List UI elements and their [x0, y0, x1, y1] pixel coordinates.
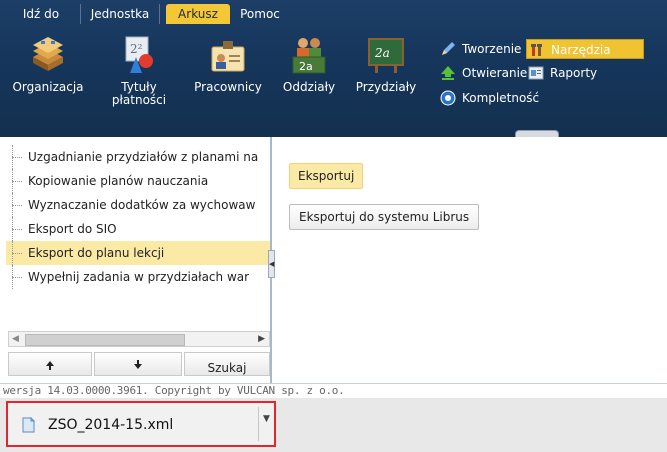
pracownicy-label: Pracownicy	[194, 80, 262, 94]
tree-nav-row: Szukaj	[8, 352, 270, 376]
tree-connector	[12, 241, 24, 265]
power-formula-icon: 2²	[120, 35, 158, 75]
check-circle-icon	[440, 90, 456, 106]
employee-card-icon	[209, 35, 247, 75]
przydzialy-label: Przydziały	[355, 80, 417, 94]
tree-item-label: Eksport do planu lekcji	[28, 246, 165, 260]
export-librus-button[interactable]: Eksportuj do systemu Librus	[289, 204, 480, 230]
menu-bar: Idź do Jednostka Arkusz Pomoc	[0, 0, 667, 24]
raporty-label: Raporty	[550, 66, 598, 80]
move-down-button[interactable]	[94, 352, 182, 376]
menu-tab-jednostka[interactable]: Jednostka	[80, 4, 160, 24]
tworzenie-label: Tworzenie	[462, 42, 522, 56]
otwieranie-label: Otwieranie	[462, 66, 528, 80]
horizontal-scrollbar[interactable]: ◀ ▶	[8, 331, 270, 347]
menu-tab-idz-do[interactable]: Idź do	[10, 4, 72, 24]
file-icon	[22, 416, 36, 433]
raporty-button[interactable]: Raporty	[526, 63, 597, 83]
narzedzia-label: Narzędzia	[551, 43, 611, 57]
oddzialy-label: Oddziały	[282, 80, 336, 94]
menu-tab-arkusz[interactable]: Arkusz	[166, 4, 230, 24]
tree-connector	[12, 265, 24, 289]
building-stack-icon	[29, 35, 67, 75]
pencil-icon	[440, 41, 456, 57]
organizacja-button[interactable]: Organizacja	[10, 35, 86, 94]
main-content: Eksportuj Eksportuj do systemu Librus	[280, 137, 667, 383]
otwieranie-button[interactable]: Otwieranie	[438, 63, 527, 83]
tree-item-label: Eksport do SIO	[28, 222, 117, 236]
tree-connector	[12, 169, 24, 193]
arrow-up-icon	[45, 357, 55, 371]
move-up-button[interactable]	[8, 352, 92, 376]
menu-tab-pomoc[interactable]: Pomoc	[232, 4, 288, 24]
tree-item-label: Kopiowanie planów nauczania	[28, 174, 209, 188]
tree-connector	[12, 217, 24, 241]
task-tree: Uzgadnianie przydziałów z planami na Kop…	[6, 145, 270, 325]
report-icon	[528, 65, 544, 81]
tytuly-platnosci-label: Tytuły płatności	[111, 80, 167, 107]
tools-icon	[529, 42, 545, 58]
tree-item-selected[interactable]: Eksport do planu lekcji	[6, 241, 270, 265]
class-group-icon: 2a	[290, 35, 328, 75]
tree-item-label: Wyznaczanie dodatków za wychowaw	[28, 198, 256, 212]
tree-item[interactable]: Uzgadnianie przydziałów z planami na	[6, 145, 270, 169]
tworzenie-button[interactable]: Tworzenie	[438, 39, 521, 59]
tree-item-label: Uzgadnianie przydziałów z planami na	[28, 150, 259, 164]
search-button[interactable]: Szukaj	[184, 352, 270, 376]
svg-text:2a: 2a	[299, 60, 313, 73]
svg-text:2²: 2²	[130, 42, 143, 56]
pracownicy-button[interactable]: Pracownicy	[186, 35, 270, 94]
tree-item[interactable]: Kopiowanie planów nauczania	[6, 169, 270, 193]
svg-text:2a: 2a	[374, 46, 390, 60]
scroll-right-arrow-icon[interactable]: ▶	[258, 334, 265, 344]
kompletnosc-label: Kompletność	[462, 91, 540, 105]
upload-arrow-icon	[440, 65, 456, 81]
download-bar: ZSO_2014-15.xml ▼	[0, 398, 667, 452]
przydzialy-button[interactable]: 2a Przydziały	[350, 35, 422, 94]
download-item-divider	[258, 407, 259, 441]
download-item[interactable]: ZSO_2014-15.xml ▼	[6, 401, 276, 447]
download-filename: ZSO_2014-15.xml	[48, 417, 174, 433]
tree-item-label: Wypełnij zadania w przydziałach war	[28, 270, 250, 284]
task-tree-panel: Uzgadnianie przydziałów z planami na Kop…	[0, 137, 272, 383]
chalkboard-icon: 2a	[367, 35, 405, 75]
tree-item[interactable]: Eksport do SIO	[6, 217, 270, 241]
tree-connector	[12, 193, 24, 217]
version-text: wersja 14.03.0000.3961. Copyright by VUL…	[3, 384, 345, 397]
tree-item[interactable]: Wypełnij zadania w przydziałach war	[6, 265, 270, 289]
narzedzia-button[interactable]: Narzędzia	[526, 39, 644, 59]
kompletnosc-button[interactable]: Kompletność	[438, 88, 539, 108]
tree-item[interactable]: Wyznaczanie dodatków za wychowaw	[6, 193, 270, 217]
ribbon: Idź do Jednostka Arkusz Pomoc Organizacj…	[0, 0, 667, 138]
scrollbar-thumb[interactable]	[25, 334, 185, 346]
arrow-down-icon	[133, 357, 143, 371]
chevron-down-icon[interactable]: ▼	[263, 414, 270, 424]
tytuly-platnosci-button[interactable]: 2² Tytuły płatności	[104, 35, 174, 107]
export-button[interactable]: Eksportuj	[289, 163, 364, 189]
scroll-left-arrow-icon[interactable]: ◀	[12, 334, 19, 344]
organizacja-label: Organizacja	[12, 80, 84, 94]
tree-connector	[12, 145, 24, 169]
oddzialy-button[interactable]: 2a Oddziały	[276, 35, 342, 94]
panel-splitter-handle[interactable]: ◀	[268, 250, 275, 278]
